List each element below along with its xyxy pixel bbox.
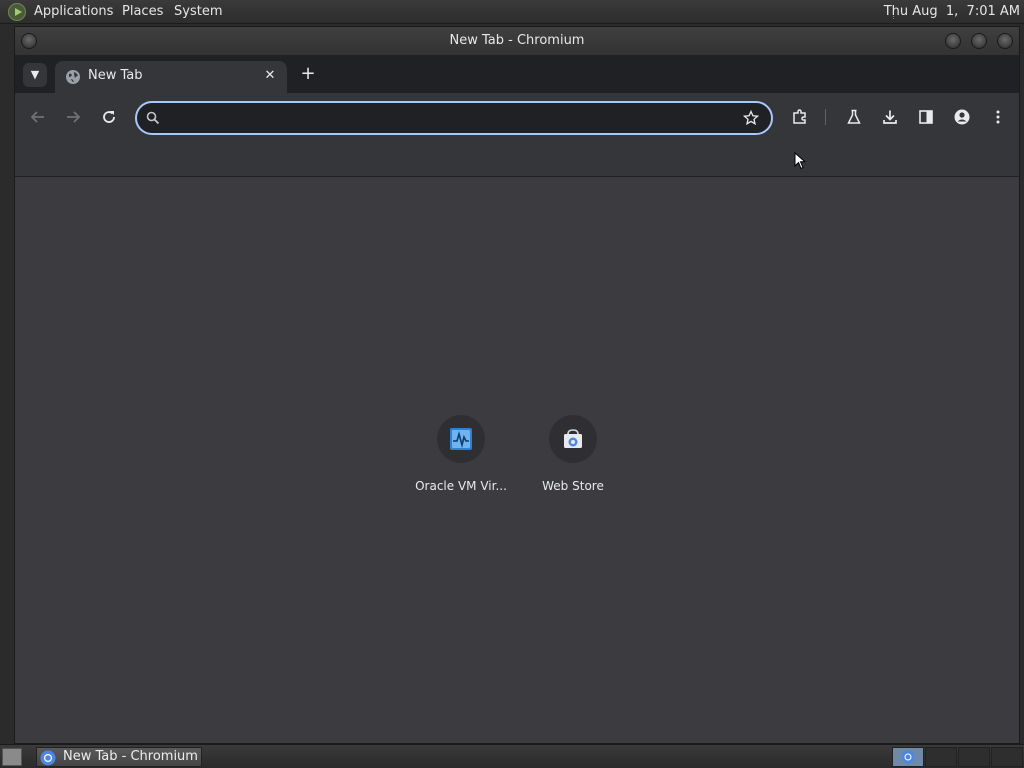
workspace-1[interactable] <box>892 747 924 767</box>
system-menu[interactable]: System <box>174 4 222 19</box>
download-icon <box>883 110 897 124</box>
address-bar[interactable] <box>135 101 773 135</box>
new-tab-button[interactable]: + <box>297 63 319 85</box>
search-icon <box>146 111 160 125</box>
shortcut-label: Oracle VM Vir... <box>415 479 507 493</box>
arrow-left-icon <box>30 111 44 123</box>
menu-button[interactable] <box>986 105 1010 129</box>
new-tab-page: Oracle VM Vir... Web Store <box>15 177 1019 743</box>
downloads-button[interactable] <box>878 105 902 129</box>
shortcut-tile[interactable]: Oracle VM Vir... <box>405 415 517 505</box>
tab-title: New Tab <box>88 68 143 83</box>
profile-button[interactable] <box>950 105 974 129</box>
plus-icon: + <box>300 63 316 84</box>
tab-new-tab[interactable]: New Tab ✕ <box>55 61 287 93</box>
chromium-icon <box>40 750 56 766</box>
chevron-down-icon: ▼ <box>30 68 40 81</box>
shortcut-label: Web Store <box>542 479 604 493</box>
flask-icon <box>847 109 861 124</box>
applications-menu[interactable]: Applications <box>34 4 113 19</box>
window-menu-button[interactable] <box>21 33 37 49</box>
distro-logo-icon[interactable] <box>8 3 26 21</box>
window-titlebar[interactable]: New Tab - Chromium <box>15 27 1019 55</box>
shortcut-icon-circle <box>549 415 597 463</box>
browser-toolbar <box>15 93 1019 141</box>
tab-search-button[interactable]: ▼ <box>23 63 47 87</box>
chromium-icon <box>901 750 915 764</box>
web-store-icon <box>564 429 582 448</box>
side-panel-button[interactable] <box>914 105 938 129</box>
workspace-4[interactable] <box>991 747 1023 767</box>
globe-icon <box>66 70 80 84</box>
tab-close-icon[interactable]: ✕ <box>261 67 279 85</box>
clock[interactable]: Thu Aug 1, 7:01 AM <box>884 4 1020 19</box>
toolbar-divider <box>825 109 826 125</box>
top-panel: Applications Places System Thu Aug 1, 7:… <box>0 0 1024 24</box>
puzzle-icon <box>793 109 806 124</box>
bookmarks-bar <box>15 141 1019 177</box>
taskbar-window-label: New Tab - Chromium <box>63 749 198 764</box>
workspace-2[interactable] <box>925 747 957 767</box>
close-window-button[interactable] <box>997 33 1013 49</box>
back-button[interactable] <box>26 105 50 129</box>
shortcut-icon-circle <box>437 415 485 463</box>
browser-window: New Tab - Chromium ▼ New Tab ✕ + Oracle … <box>14 26 1020 744</box>
address-input[interactable] <box>169 107 729 129</box>
taskbar-window-button[interactable]: New Tab - Chromium <box>36 747 202 767</box>
reload-icon <box>103 111 115 123</box>
shortcut-tile[interactable]: Web Store <box>517 415 629 505</box>
workspace-3[interactable] <box>958 747 990 767</box>
arrow-right-icon <box>67 111 81 123</box>
maximize-button[interactable] <box>971 33 987 49</box>
extensions-button[interactable] <box>788 105 812 129</box>
forward-button[interactable] <box>61 105 85 129</box>
bookmark-star-icon[interactable] <box>743 110 759 126</box>
profile-avatar-icon <box>954 109 970 125</box>
places-menu[interactable]: Places <box>122 4 163 19</box>
side-panel-icon <box>919 110 933 124</box>
mouse-cursor-icon <box>794 152 806 170</box>
tab-strip: ▼ New Tab ✕ + <box>15 55 1019 93</box>
show-desktop-button[interactable] <box>2 748 22 766</box>
minimize-button[interactable] <box>945 33 961 49</box>
labs-button[interactable] <box>842 105 866 129</box>
reload-button[interactable] <box>97 105 121 129</box>
window-title: New Tab - Chromium <box>449 33 585 48</box>
kebab-menu-icon <box>996 110 1000 124</box>
taskbar: New Tab - Chromium <box>0 744 1024 768</box>
virtualbox-icon <box>450 428 472 450</box>
